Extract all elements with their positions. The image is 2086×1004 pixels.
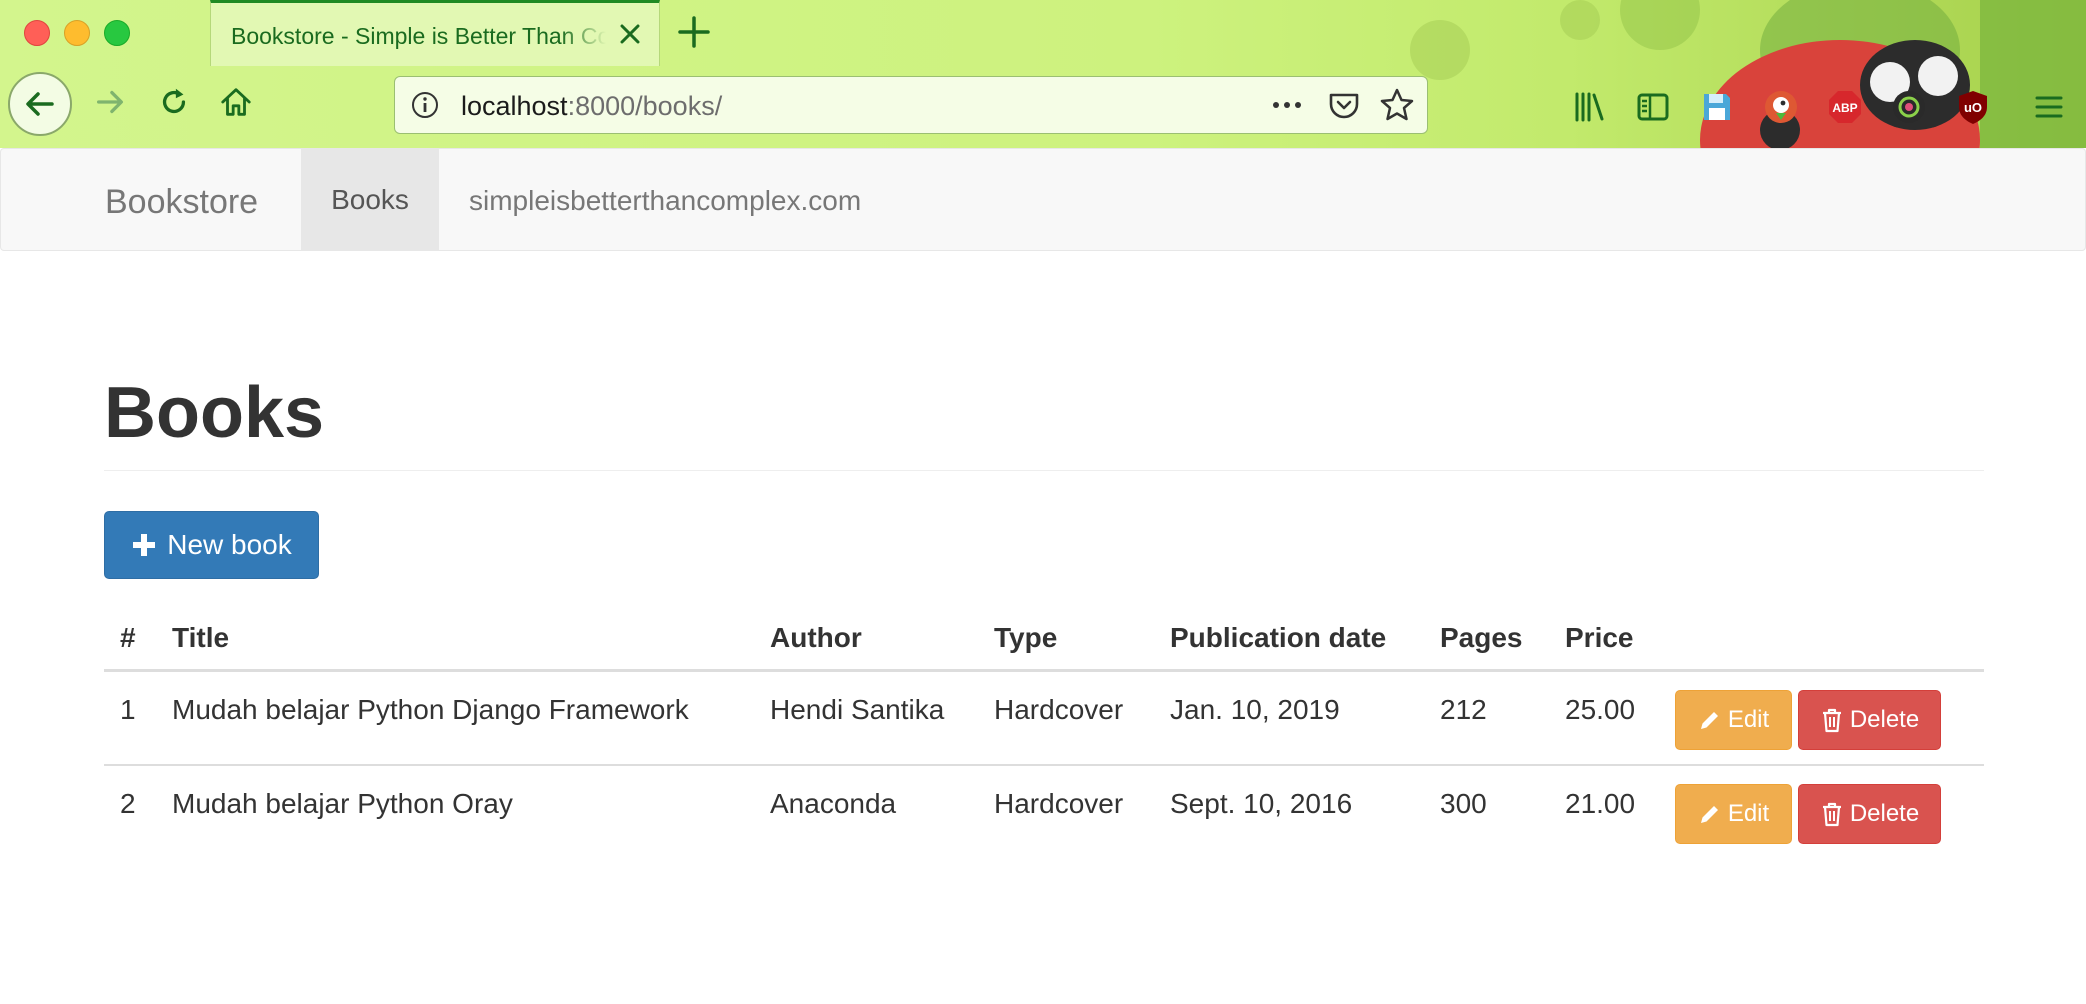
table-header: # Title Author Type Publication date Pag…: [104, 604, 1984, 672]
save-icon[interactable]: [1698, 88, 1736, 126]
url-text: localhost:8000/books/: [461, 91, 722, 122]
bookmark-star-icon[interactable]: [1379, 87, 1415, 123]
cell-publication-date: Sept. 10, 2016: [1170, 788, 1353, 819]
page-title: Books: [104, 373, 325, 453]
navbar-brand[interactable]: Bookstore: [105, 183, 258, 222]
nav-item-books[interactable]: Books: [301, 149, 439, 250]
browser-chrome: Bookstore - Simple is Better Than Comple…: [0, 0, 2086, 148]
delete-button[interactable]: Delete: [1798, 784, 1941, 844]
plus-icon: [133, 534, 156, 556]
table-row: 1 Mudah belajar Python Django Framework …: [104, 672, 1984, 766]
cell-pages: 212: [1440, 694, 1487, 725]
header-pages: Pages: [1440, 622, 1523, 653]
nav-link-site[interactable]: simpleisbetterthancomplex.com: [469, 185, 861, 217]
header-type: Type: [994, 622, 1058, 653]
edit-button[interactable]: Edit: [1675, 784, 1792, 844]
theme-decoration: [1560, 0, 1600, 40]
close-tab-icon[interactable]: [615, 19, 645, 49]
cell-publication-date: Jan. 10, 2019: [1170, 694, 1340, 725]
menu-icon[interactable]: [2030, 88, 2068, 126]
cell-price: 21.00: [1565, 788, 1636, 819]
browser-tab[interactable]: Bookstore - Simple is Better Than Comple…: [210, 0, 660, 66]
new-tab-icon[interactable]: [676, 14, 712, 50]
edit-button[interactable]: Edit: [1675, 690, 1792, 750]
new-book-label: New book: [167, 529, 292, 560]
cell-type: Hardcover: [994, 694, 1124, 725]
delete-button[interactable]: Delete: [1798, 690, 1941, 750]
trash-icon: [1822, 708, 1841, 733]
tab-title: Bookstore - Simple is Better Than Comple…: [231, 23, 606, 49]
title-divider: [104, 470, 1984, 471]
cell-title: Mudah belajar Python Oray: [172, 788, 513, 819]
cell-pages: 300: [1440, 788, 1487, 819]
header-price: Price: [1565, 622, 1634, 653]
cell-type: Hardcover: [994, 788, 1124, 819]
window-zoom-button[interactable]: [104, 20, 130, 46]
edit-label: Edit: [1727, 706, 1770, 733]
browser-toolbar: localhost:8000/books/ ABP uO: [0, 66, 2086, 148]
nav-item-books-label: Books: [331, 183, 409, 215]
url-path: :8000/books/: [567, 91, 723, 121]
cell-price: 25.00: [1565, 694, 1636, 725]
header-title: Title: [172, 622, 230, 653]
trash-icon: [1822, 802, 1841, 827]
pencil-icon: [1700, 806, 1718, 823]
reload-icon[interactable]: [148, 76, 200, 128]
url-host: localhost: [461, 91, 568, 121]
books-table: # Title Author Type Publication date Pag…: [104, 604, 1984, 860]
header-author: Author: [770, 622, 862, 653]
window-minimize-button[interactable]: [64, 20, 90, 46]
home-icon[interactable]: [210, 76, 262, 128]
cell-title: Mudah belajar Python Django Framework: [172, 694, 689, 725]
delete-label: Delete: [1849, 706, 1920, 733]
more-icon[interactable]: [1269, 89, 1305, 121]
cell-number: 2: [120, 788, 136, 819]
delete-label: Delete: [1849, 800, 1920, 827]
adblock-plus-icon[interactable]: ABP: [1826, 88, 1864, 126]
cell-author: Hendi Santika: [770, 694, 945, 725]
pencil-icon: [1700, 712, 1718, 729]
header-publication-date: Publication date: [1170, 622, 1387, 653]
ublock-icon[interactable]: uO: [1954, 88, 1992, 126]
edit-label: Edit: [1727, 800, 1770, 827]
extension-icon[interactable]: [1890, 88, 1928, 126]
header-number: #: [120, 622, 136, 653]
adblock-plus-label: ABP: [1832, 101, 1857, 115]
library-icon[interactable]: [1570, 88, 1608, 126]
cell-author: Anaconda: [770, 788, 897, 819]
ublock-label: uO: [1964, 100, 1982, 115]
duckduckgo-icon[interactable]: [1762, 88, 1800, 126]
back-icon[interactable]: [8, 72, 72, 136]
site-navbar: Bookstore Books simpleisbetterthancomple…: [0, 148, 2086, 251]
new-book-button[interactable]: New book: [104, 511, 319, 579]
info-icon[interactable]: [411, 91, 439, 119]
pocket-icon[interactable]: [1327, 89, 1361, 123]
window-close-button[interactable]: [24, 20, 50, 46]
url-bar[interactable]: localhost:8000/books/: [394, 76, 1428, 134]
table-row: 2 Mudah belajar Python Oray Anaconda Har…: [104, 766, 1984, 860]
cell-number: 1: [120, 694, 136, 725]
sidebar-icon[interactable]: [1634, 88, 1672, 126]
theme-decoration: [1620, 0, 1700, 50]
forward-icon[interactable]: [84, 76, 136, 128]
